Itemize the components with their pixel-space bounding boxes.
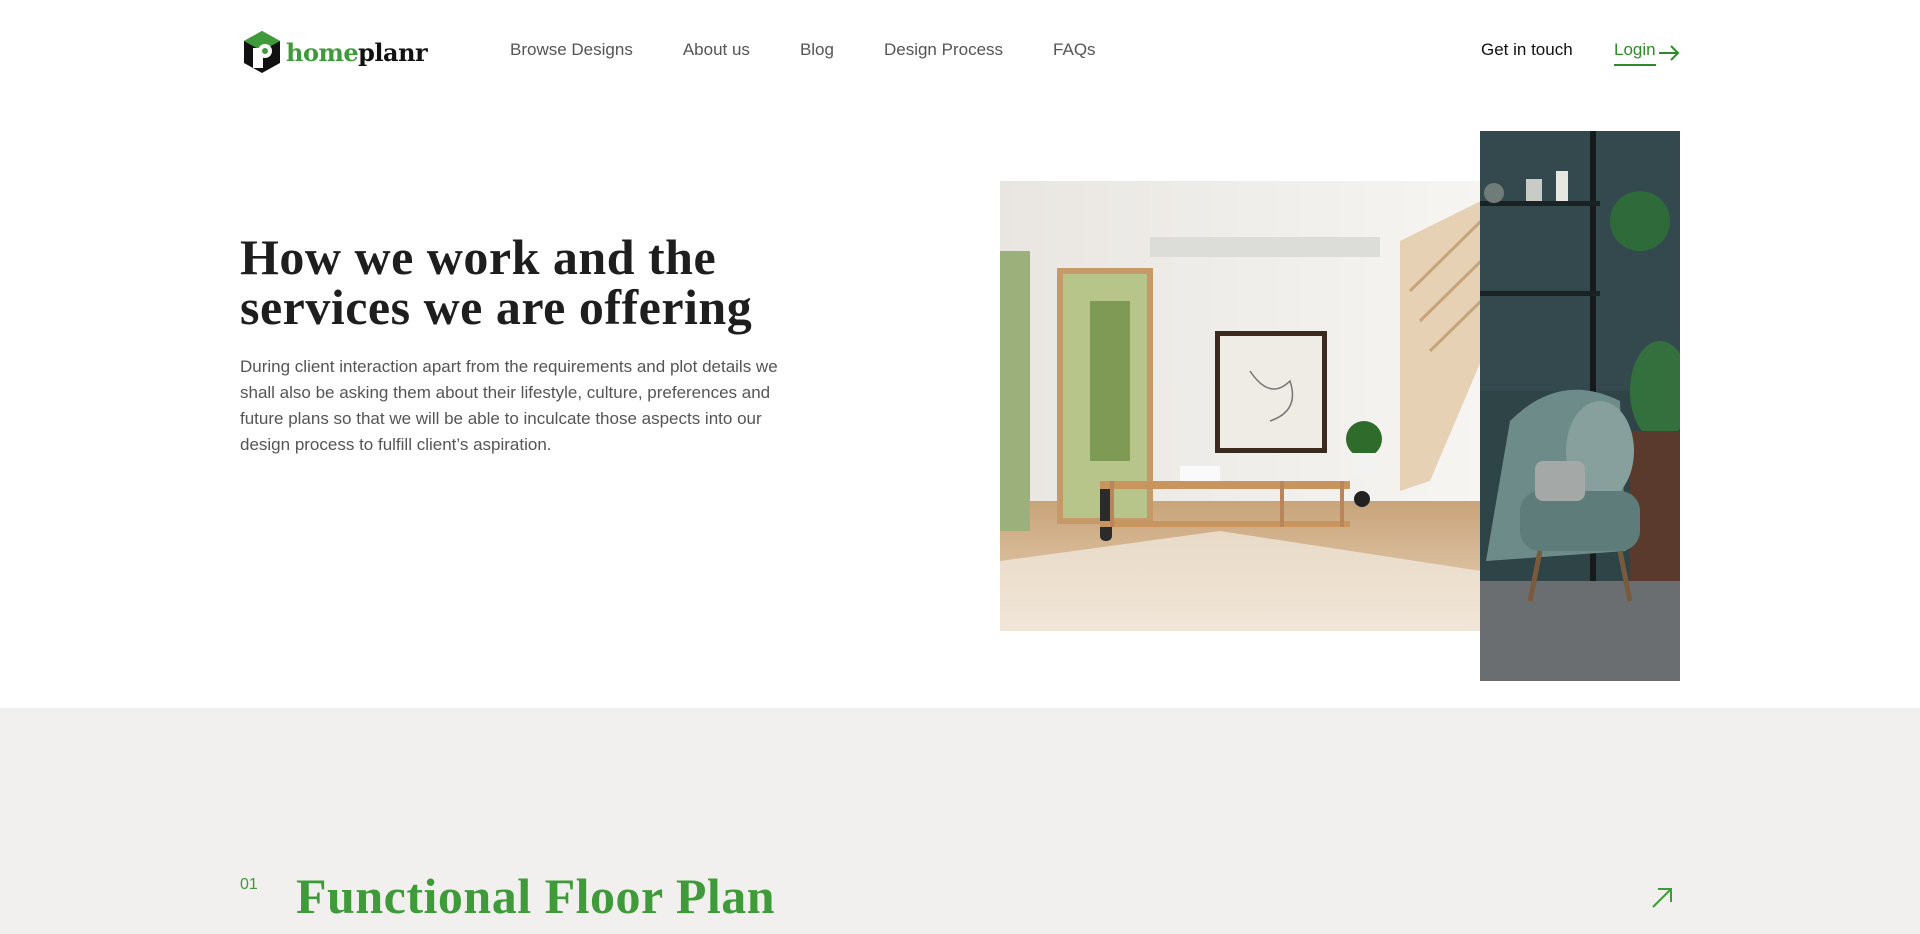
living-room-photo (1000, 181, 1481, 631)
hero-heading: How we work and the services we are offe… (240, 229, 753, 335)
arrow-up-right-icon[interactable] (1650, 886, 1674, 915)
main-menu: Browse Designs About us Blog Design Proc… (510, 40, 1146, 60)
hero-description: During client interaction apart from the… (240, 357, 778, 454)
services-section (0, 708, 1920, 934)
nav-browse-designs[interactable]: Browse Designs (510, 40, 633, 60)
nav-design-process[interactable]: Design Process (884, 40, 1003, 60)
top-navigation: homeplanr Browse Designs About us Blog D… (0, 0, 1920, 104)
service-number: 01 (240, 876, 258, 893)
homeplanr-logo[interactable]: homeplanr (242, 30, 428, 74)
login-button[interactable]: Login (1614, 40, 1680, 66)
homeplanr-logo-icon (244, 31, 280, 73)
login-label: Login (1614, 40, 1656, 66)
nav-about-us[interactable]: About us (683, 40, 750, 60)
arrow-right-icon (1658, 45, 1680, 61)
nav-blog[interactable]: Blog (800, 40, 834, 60)
armchair-photo (1480, 131, 1680, 681)
brand-name: homeplanr (286, 37, 428, 67)
nav-faqs[interactable]: FAQs (1053, 40, 1096, 60)
service-title[interactable]: Functional Floor Plan (296, 868, 775, 924)
get-in-touch-link[interactable]: Get in touch (1481, 40, 1573, 60)
